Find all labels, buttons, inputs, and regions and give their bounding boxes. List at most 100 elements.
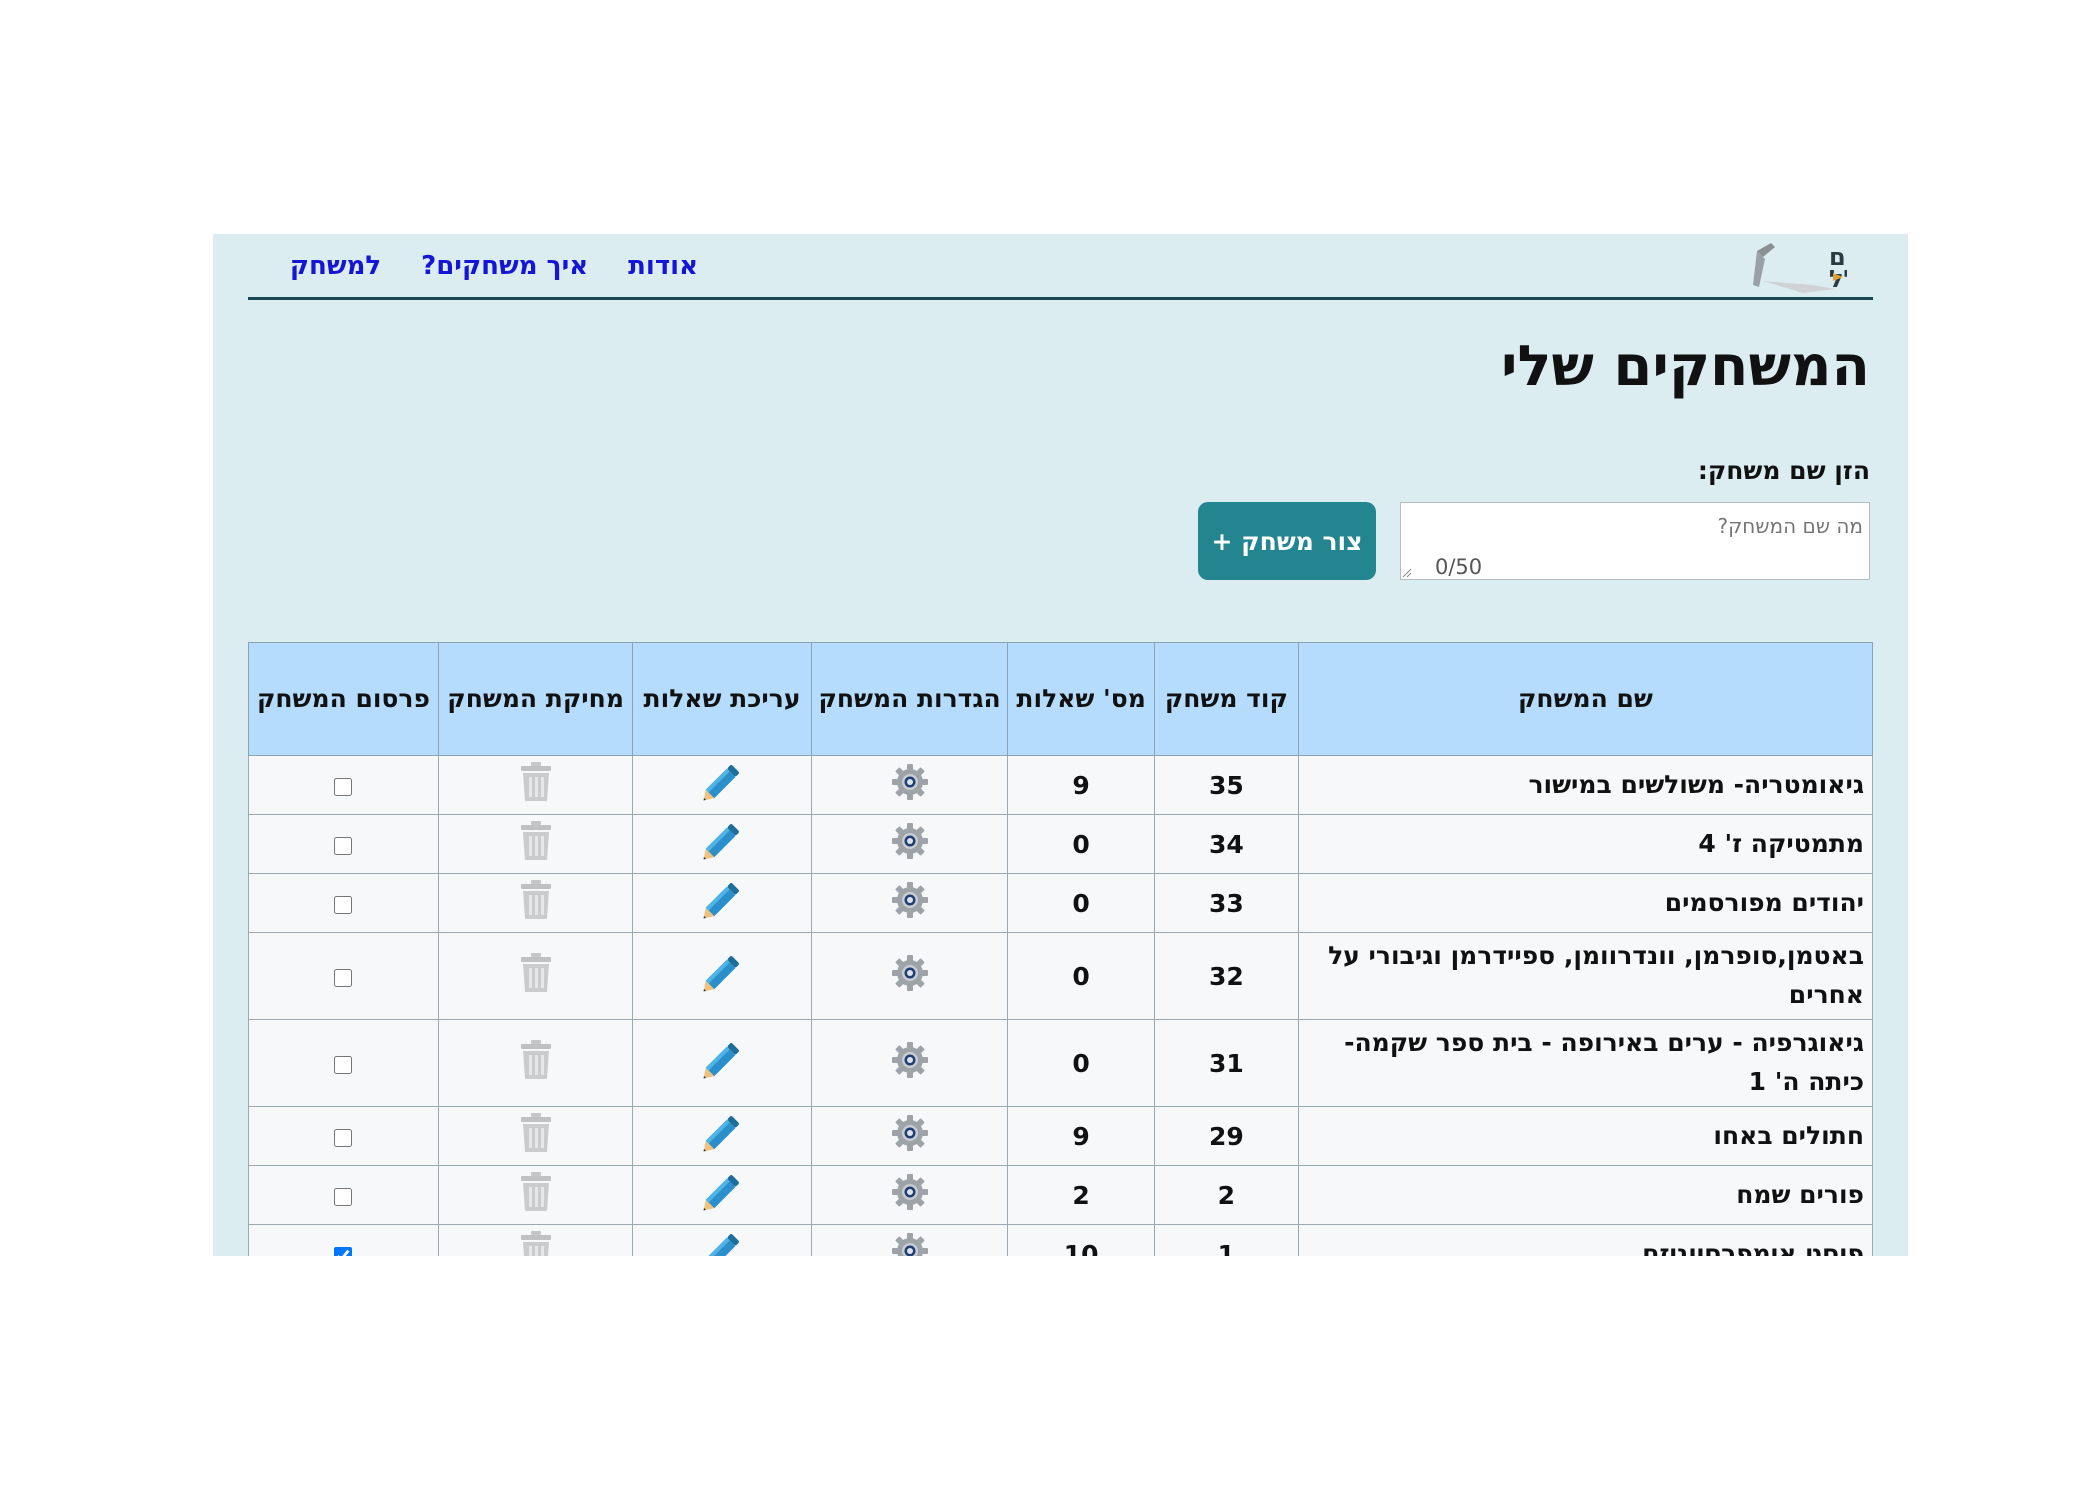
publish-checkbox[interactable] bbox=[334, 1246, 353, 1256]
nav-link-play[interactable]: למשחק bbox=[290, 251, 381, 281]
game-name-cell: יהודים מפורסמים bbox=[1297, 873, 1874, 933]
trash-icon[interactable] bbox=[519, 1230, 553, 1256]
question-count-cell: 0 bbox=[1007, 873, 1155, 933]
publish-cell bbox=[248, 873, 439, 933]
gear-icon[interactable] bbox=[889, 952, 931, 1000]
game-code-cell: 33 bbox=[1153, 873, 1299, 933]
trash-icon[interactable] bbox=[519, 1112, 553, 1160]
settings-cell bbox=[810, 873, 1009, 933]
header-delete: מחיקת המשחק bbox=[437, 642, 634, 756]
resize-grip-icon[interactable] bbox=[1402, 568, 1412, 578]
trash-icon[interactable] bbox=[519, 761, 553, 809]
question-count-cell: 10 bbox=[1007, 1224, 1155, 1256]
trash-icon[interactable] bbox=[519, 1171, 553, 1219]
pencil-icon[interactable] bbox=[699, 1228, 745, 1256]
nav-link-how-to-play[interactable]: איך משחקים? bbox=[421, 251, 588, 281]
game-code-cell: 35 bbox=[1153, 755, 1299, 815]
table-row: גיאוגרפיה - ערים באירופה - בית ספר שקמה-… bbox=[248, 1019, 1874, 1107]
delete-cell bbox=[437, 1106, 634, 1166]
game-code-cell: 29 bbox=[1153, 1106, 1299, 1166]
create-game-button[interactable]: צור משחק + bbox=[1198, 502, 1376, 580]
settings-cell bbox=[810, 814, 1009, 874]
trash-icon[interactable] bbox=[519, 1039, 553, 1087]
page-title: המשחקים שלי bbox=[1501, 334, 1870, 399]
publish-cell bbox=[248, 814, 439, 874]
gear-icon[interactable] bbox=[889, 1171, 931, 1219]
question-count-cell: 2 bbox=[1007, 1165, 1155, 1225]
settings-cell bbox=[810, 1019, 1009, 1107]
game-name-cell: פוסט אימפרסיוניזם bbox=[1297, 1224, 1874, 1256]
settings-cell bbox=[810, 1165, 1009, 1225]
delete-cell bbox=[437, 1224, 634, 1256]
header-publish: פרסום המשחק bbox=[248, 642, 439, 756]
nav-link-about[interactable]: אודות bbox=[628, 251, 698, 281]
publish-cell bbox=[248, 755, 439, 815]
pencil-icon[interactable] bbox=[699, 818, 745, 870]
delete-cell bbox=[437, 755, 634, 815]
pencil-icon[interactable] bbox=[699, 877, 745, 929]
delete-cell bbox=[437, 1019, 634, 1107]
pencil-icon[interactable] bbox=[699, 1110, 745, 1162]
settings-cell bbox=[810, 755, 1009, 815]
publish-cell bbox=[248, 1165, 439, 1225]
edit-cell bbox=[632, 755, 812, 815]
edit-cell bbox=[632, 814, 812, 874]
publish-checkbox[interactable] bbox=[334, 1055, 353, 1074]
nav-links: אודות איך משחקים? למשחק bbox=[290, 234, 698, 297]
header-game-code: קוד משחק bbox=[1153, 642, 1299, 756]
publish-checkbox[interactable] bbox=[334, 777, 353, 796]
gear-icon[interactable] bbox=[889, 820, 931, 868]
pencil-icon[interactable] bbox=[699, 1169, 745, 1221]
question-count-cell: 0 bbox=[1007, 932, 1155, 1020]
game-name-box: 0/50 bbox=[1400, 502, 1870, 580]
table-row: יהודים מפורסמים 33 0 bbox=[248, 873, 1874, 933]
page-frame: עפים בחלל אודות איך משחקים? למשחק המשחקי… bbox=[213, 234, 1908, 1256]
trash-icon[interactable] bbox=[519, 879, 553, 927]
header-edit-questions: עריכת שאלות bbox=[632, 642, 812, 756]
publish-checkbox[interactable] bbox=[334, 1187, 353, 1206]
question-count-cell: 0 bbox=[1007, 814, 1155, 874]
game-name-cell: גיאומטריה- משולשים במישור bbox=[1297, 755, 1874, 815]
publish-checkbox[interactable] bbox=[334, 836, 353, 855]
gear-icon[interactable] bbox=[889, 879, 931, 927]
question-count-cell: 0 bbox=[1007, 1019, 1155, 1107]
delete-cell bbox=[437, 932, 634, 1020]
gear-icon[interactable] bbox=[889, 1230, 931, 1256]
settings-cell bbox=[810, 932, 1009, 1020]
gear-icon[interactable] bbox=[889, 761, 931, 809]
game-code-cell: 2 bbox=[1153, 1165, 1299, 1225]
question-count-cell: 9 bbox=[1007, 1106, 1155, 1166]
table-row: גיאומטריה- משולשים במישור 35 9 bbox=[248, 755, 1874, 815]
delete-cell bbox=[437, 873, 634, 933]
table-header-row: שם המשחק קוד משחק מס' שאלות הגדרות המשחק… bbox=[248, 642, 1874, 756]
games-table-wrap: שם המשחק קוד משחק מס' שאלות הגדרות המשחק… bbox=[248, 642, 1874, 1256]
table-row: מתמטיקה ז' 4 34 0 bbox=[248, 814, 1874, 874]
publish-checkbox[interactable] bbox=[334, 895, 353, 914]
header-game-name: שם המשחק bbox=[1297, 642, 1874, 756]
table-row: פורים שמח 2 2 bbox=[248, 1165, 1874, 1225]
publish-checkbox[interactable] bbox=[334, 1128, 353, 1147]
trash-icon[interactable] bbox=[519, 952, 553, 1000]
app-logo[interactable]: עפים בחלל bbox=[1743, 237, 1847, 299]
header-question-count: מס' שאלות bbox=[1007, 642, 1155, 756]
game-name-cell: באטמן,סופרמן, וונדרוומן, ספיידרמן וגיבור… bbox=[1297, 932, 1874, 1020]
game-name-label: הזן שם משחק: bbox=[1697, 456, 1870, 485]
gear-icon[interactable] bbox=[889, 1039, 931, 1087]
pencil-icon[interactable] bbox=[699, 759, 745, 811]
game-name-cell: פורים שמח bbox=[1297, 1165, 1874, 1225]
games-table-body: גיאומטריה- משולשים במישור 35 9 מתמטיקה ז' 4… bbox=[248, 755, 1874, 1256]
gear-icon[interactable] bbox=[889, 1112, 931, 1160]
settings-cell bbox=[810, 1224, 1009, 1256]
game-name-cell: חתולים באחו bbox=[1297, 1106, 1874, 1166]
edit-cell bbox=[632, 873, 812, 933]
delete-cell bbox=[437, 1165, 634, 1225]
game-code-cell: 34 bbox=[1153, 814, 1299, 874]
pencil-icon[interactable] bbox=[699, 1037, 745, 1089]
edit-cell bbox=[632, 1019, 812, 1107]
publish-cell bbox=[248, 1106, 439, 1166]
trash-icon[interactable] bbox=[519, 820, 553, 868]
table-row: באטמן,סופרמן, וונדרוומן, ספיידרמן וגיבור… bbox=[248, 932, 1874, 1020]
game-name-input[interactable] bbox=[1401, 503, 1869, 543]
publish-checkbox[interactable] bbox=[334, 968, 353, 987]
pencil-icon[interactable] bbox=[699, 950, 745, 1002]
